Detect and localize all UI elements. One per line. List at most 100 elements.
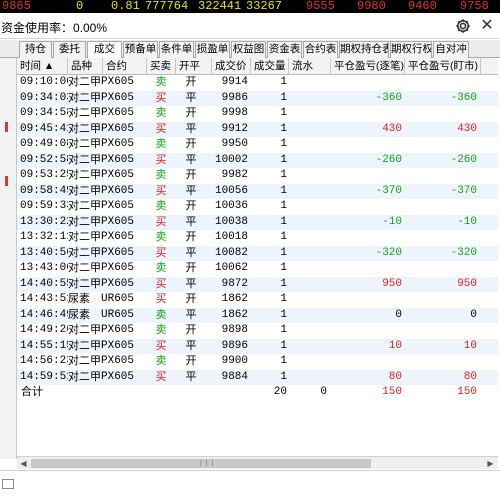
header-side[interactable]: 买卖 <box>147 58 176 75</box>
table-row[interactable]: 09:10:00 对二甲 PX605 卖 开 9914 1 <box>17 75 498 91</box>
cell-quantity: 1 <box>280 324 287 336</box>
cell-quantity: 1 <box>280 231 287 243</box>
header-serial[interactable]: 流水 <box>289 58 331 75</box>
cell-open-close: 开 <box>185 107 197 119</box>
arrow-left-icon[interactable]: ◀ <box>18 458 29 469</box>
table-row[interactable]: 09:45:41 对二甲 PX605 买 平 9912 1 430 430 <box>17 121 498 137</box>
cell-side: 买 <box>155 277 167 290</box>
cell-open-close: 开 <box>185 138 197 150</box>
cell-quantity: 1 <box>280 246 287 259</box>
cell-quantity: 1 <box>280 200 287 212</box>
table-row[interactable]: 14:55:15 对二甲 PX605 买 平 9896 1 10 10 <box>17 338 498 354</box>
cell-side: 卖 <box>155 76 167 88</box>
cell-pnl-mark-to-market <box>405 137 477 153</box>
cell-contract: PX605 <box>101 138 135 150</box>
table-row[interactable]: 09:49:08 对二甲 PX605 卖 开 9950 1 <box>17 137 498 153</box>
cell-serial <box>289 215 327 231</box>
table-row[interactable]: 13:32:11 对二甲 PX605 卖 开 10018 1 <box>17 230 498 246</box>
tab-equity-chart[interactable]: 权益图 <box>231 41 266 58</box>
table-row[interactable]: 13:40:56 对二甲 PX605 买 平 10082 1 -320 -320 <box>17 245 498 261</box>
cell-product: 对二甲 <box>68 339 101 352</box>
close-icon[interactable]: ✕ <box>478 17 496 35</box>
cell-serial <box>289 75 327 91</box>
cell-price: 9872 <box>221 277 248 290</box>
tab-trades[interactable]: 成交 <box>87 41 122 59</box>
cell-open-close: 开 <box>185 200 197 212</box>
table-row[interactable]: 09:34:58 对二甲 PX605 卖 开 9998 1 <box>17 106 498 122</box>
cell-pnl-by-trade <box>331 75 402 91</box>
header-quantity[interactable]: 成交量 <box>251 58 289 75</box>
ticker-value: 9758 <box>460 0 489 13</box>
cell-contract: PX605 <box>101 231 135 243</box>
cell-price: 9982 <box>221 169 248 181</box>
tab-orders[interactable]: 委托 <box>53 41 86 58</box>
header-open-close[interactable]: 开平 <box>176 58 212 75</box>
table-row[interactable]: 14:43:51 尿素 UR605 买 开 1862 1 <box>17 292 498 308</box>
cell-quantity: 1 <box>280 169 287 181</box>
cell-time: 14:55:15 <box>20 339 68 352</box>
table-row[interactable]: 14:59:51 对二甲 PX605 买 平 9884 1 80 80 <box>17 369 498 385</box>
quote-ticker: 9865 0 0.81 777764 322441 33267 9555 998… <box>0 0 500 13</box>
total-row: 合计 20 0 150 150 <box>17 385 498 401</box>
cell-quantity: 1 <box>280 107 287 119</box>
table-row[interactable]: 14:56:23 对二甲 PX605 卖 开 9900 1 <box>17 354 498 370</box>
table-row[interactable]: 14:49:26 对二甲 PX605 卖 开 9898 1 <box>17 323 498 339</box>
cell-product: 对二甲 <box>68 324 101 336</box>
cell-pnl-by-trade <box>331 230 402 246</box>
cell-price: 9914 <box>221 76 248 88</box>
table-row[interactable]: 14:40:55 对二甲 PX605 买 平 9872 1 950 950 <box>17 276 498 292</box>
tab-conditional-orders[interactable]: 条件单 <box>159 41 194 58</box>
tab-option-positions[interactable]: 期权持仓表 <box>339 41 389 58</box>
cell-pnl-by-trade: -260 <box>375 153 402 166</box>
table-row[interactable]: 09:59:33 对二甲 PX605 卖 开 10036 1 <box>17 199 498 215</box>
cell-serial <box>289 106 327 122</box>
cell-open-close: 开 <box>185 262 197 274</box>
cell-product: 对二甲 <box>68 246 101 259</box>
ticker-value: 9460 <box>408 0 437 13</box>
cell-serial <box>289 354 327 370</box>
cell-contract: PX605 <box>101 277 135 290</box>
table-row[interactable]: 09:53:25 对二甲 PX605 卖 开 9982 1 <box>17 168 498 184</box>
header-pnl-by-trade[interactable]: 平仓盈亏(逐笔) <box>331 58 405 75</box>
cell-price: 9912 <box>221 122 248 135</box>
table-row[interactable]: 09:52:58 对二甲 PX605 买 平 10002 1 -260 -260 <box>17 152 498 168</box>
cell-contract: PX605 <box>101 246 135 259</box>
header-price[interactable]: 成交价 <box>212 58 251 75</box>
tab-option-exercise[interactable]: 期权行权 <box>390 41 432 58</box>
cell-open-close: 开 <box>185 76 197 88</box>
cell-price: 10036 <box>214 200 248 212</box>
table-row[interactable]: 13:43:06 对二甲 PX605 卖 开 10062 1 <box>17 261 498 277</box>
tab-self-hedge[interactable]: 自对冲 <box>433 41 469 58</box>
header-pnl-mark-to-market[interactable]: 平仓盈亏(盯市) <box>405 58 481 75</box>
cell-product: 对二甲 <box>68 153 101 166</box>
table-row[interactable]: 14:46:49 尿素 UR605 卖 平 1862 1 0 0 <box>17 307 498 323</box>
cell-pnl-by-trade <box>331 292 402 308</box>
cell-pnl-by-trade: 80 <box>388 370 402 383</box>
cell-side: 买 <box>155 122 167 135</box>
cell-time: 09:59:33 <box>20 200 68 212</box>
tab-prepared-orders[interactable]: 预备单 <box>123 41 158 58</box>
header-product[interactable]: 品种 <box>68 58 103 75</box>
cell-product: 对二甲 <box>68 200 101 212</box>
table-row[interactable]: 09:34:03 对二甲 PX605 买 平 9986 1 -360 -360 <box>17 90 498 106</box>
ticker-value: 0.81 <box>111 0 140 13</box>
cell-pnl-by-trade <box>331 199 402 215</box>
header-time[interactable]: 时间 ▲ <box>17 58 68 75</box>
cell-pnl-by-trade: 430 <box>382 122 402 135</box>
gear-icon[interactable] <box>454 17 472 35</box>
cell-contract: PX605 <box>101 122 135 135</box>
cell-pnl-mark-to-market <box>405 75 477 91</box>
cell-pnl-by-trade: 10 <box>388 339 402 352</box>
horizontal-scrollbar[interactable]: ◀ | | | ▶ <box>17 456 498 469</box>
cell-open-close: 平 <box>185 153 197 166</box>
table-row[interactable]: 13:30:22 对二甲 PX605 买 平 10038 1 -10 -10 <box>17 214 498 231</box>
tab-funds[interactable]: 资金表 <box>267 41 302 58</box>
cell-pnl-by-trade <box>331 323 402 339</box>
tab-positions[interactable]: 持仓 <box>19 41 52 58</box>
tab-contracts[interactable]: 合约表 <box>303 41 338 58</box>
cell-contract: PX605 <box>101 324 135 336</box>
arrow-right-icon[interactable]: ▶ <box>485 458 496 469</box>
tab-stop-orders[interactable]: 损盈单 <box>195 41 230 58</box>
table-row[interactable]: 09:58:49 对二甲 PX605 买 平 10056 1 -370 -370 <box>17 183 498 199</box>
header-contract[interactable]: 合约 <box>103 58 147 75</box>
